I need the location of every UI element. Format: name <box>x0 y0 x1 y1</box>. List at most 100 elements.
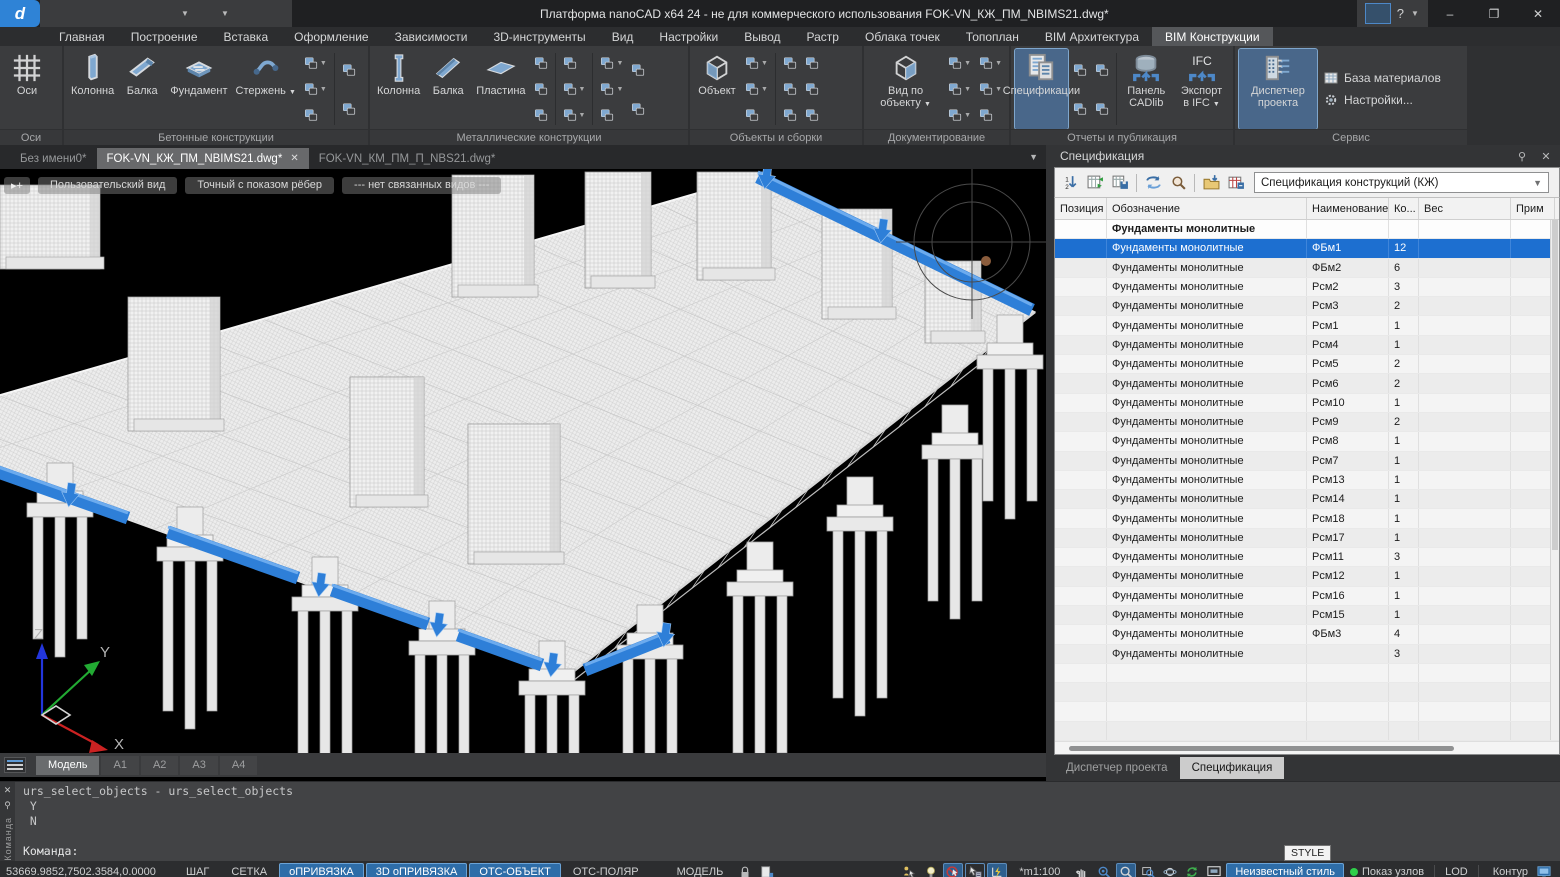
ribbon-tab-Облака точек[interactable]: Облака точек <box>852 27 953 46</box>
spec-column-header[interactable]: Наименование <box>1307 198 1389 219</box>
ribbon-tool-rebar-bend[interactable] <box>302 107 329 123</box>
table-row[interactable]: Фундаменты монолитныеРсм181 <box>1055 509 1559 528</box>
vertical-scrollbar-thumb[interactable] <box>1552 220 1558 550</box>
spec-column-header[interactable]: Вес <box>1419 198 1511 219</box>
snap-off-button[interactable] <box>943 863 963 877</box>
ribbon-button-Вид по объекту[interactable]: Вид по объекту ▼ <box>868 49 943 129</box>
ribbon-button-Стержень[interactable]: Стержень ▼ <box>233 49 299 129</box>
table-row[interactable] <box>1055 702 1559 721</box>
regen-button[interactable] <box>1182 863 1202 877</box>
tab-close-icon[interactable]: ✕ <box>290 153 298 164</box>
panel-close-icon[interactable]: ✕ <box>1538 150 1554 163</box>
table-row[interactable]: Фундаменты монолитныеРсм32 <box>1055 297 1559 316</box>
table-row[interactable]: Фундаменты монолитныеФБм26 <box>1055 259 1559 278</box>
table-row[interactable]: Фундаменты монолитныеРсм171 <box>1055 529 1559 548</box>
ribbon-tool-beam-element[interactable] <box>598 107 625 123</box>
ribbon-button-Колонна[interactable]: Колонна <box>68 49 117 129</box>
table-row[interactable]: Фундаменты монолитныеФБм112 <box>1055 239 1559 258</box>
ribbon-tab-Зависимости[interactable]: Зависимости <box>382 27 481 46</box>
zoom-realtime-button[interactable] <box>1094 863 1114 877</box>
ribbon-tab-Вставка[interactable]: Вставка <box>211 27 282 46</box>
spec-tool-sync-arrows[interactable] <box>1142 172 1164 194</box>
ribbon-tab-Топоплан[interactable]: Топоплан <box>953 27 1032 46</box>
ribbon-tool-table-export[interactable] <box>1071 62 1089 78</box>
spec-column-header[interactable]: Обозначение <box>1107 198 1307 219</box>
ribbon-tool-edit-doc[interactable]: ▼ <box>743 81 770 97</box>
table-row[interactable]: Фундаменты монолитные <box>1055 220 1559 239</box>
ribbon-tab-BIM Конструкции[interactable]: BIM Конструкции <box>1152 27 1273 46</box>
ribbon-tool-profile-h2[interactable] <box>629 101 647 117</box>
ribbon-tool-node-base[interactable]: ▼ <box>561 107 588 123</box>
ribbon-tool-frame-add[interactable] <box>803 81 821 97</box>
layout-list-icon[interactable] <box>4 757 26 773</box>
ribbon-tab-Построение[interactable]: Построение <box>118 27 211 46</box>
ribbon-tool-frame-view[interactable] <box>803 107 821 123</box>
status-toggle-СЕТКА[interactable]: СЕТКА <box>221 863 277 877</box>
spec-tool-save-table[interactable] <box>1109 172 1131 194</box>
ribbon-tool-table-copy[interactable] <box>1093 101 1111 117</box>
table-row[interactable]: Фундаменты монолитные3 <box>1055 645 1559 664</box>
document-tab[interactable]: Без имени0* <box>10 148 97 169</box>
annotation-scale[interactable]: *m1:100 <box>1019 866 1060 877</box>
full-screen-button[interactable] <box>1534 863 1554 877</box>
toolbox-button[interactable] <box>1365 3 1391 24</box>
ribbon-button-Оси[interactable]: Оси <box>4 49 50 129</box>
pan-button[interactable] <box>1072 863 1092 877</box>
document-tab[interactable]: FOK-VN_КЖ_ПМ_NBIMS21.dwg*✕ <box>97 148 309 169</box>
viewport-lock-button[interactable] <box>735 863 755 877</box>
viewport-overlay-button[interactable]: Точный с показом рёбер <box>185 177 334 194</box>
ribbon-button-Экспорт в IFC[interactable]: IFCЭкспорт в IFC ▼ <box>1174 49 1229 129</box>
ribbon-tool-reinforcement-mesh[interactable] <box>340 101 358 117</box>
new-file-button[interactable] <box>50 3 72 25</box>
contour-toggle[interactable]: Контур <box>1489 866 1528 877</box>
ribbon-button-Настройки...[interactable]: Настройки... <box>1323 92 1441 108</box>
ribbon-tool-table-import[interactable] <box>1071 101 1089 117</box>
spec-tool-sort-rows[interactable]: 12 <box>1059 172 1081 194</box>
ribbon-tool-column-splice[interactable]: ▼ <box>598 55 625 71</box>
ribbon-tab-BIM Архитектура[interactable]: BIM Архитектура <box>1032 27 1152 46</box>
table-row[interactable]: Фундаменты монолитныеРсм62 <box>1055 374 1559 393</box>
zoom-object-button[interactable] <box>1138 863 1158 877</box>
save-button[interactable] <box>102 3 124 25</box>
ribbon-tool-dim-linear[interactable]: ▼ <box>977 55 1004 71</box>
table-row[interactable]: Фундаменты монолитныеРсм121 <box>1055 567 1559 586</box>
ribbon-button-Фундамент[interactable]: Фундамент <box>167 49 230 129</box>
vertical-scrollbar[interactable] <box>1550 220 1559 740</box>
ribbon-button-База материалов[interactable]: База материалов <box>1323 70 1441 86</box>
pin-icon[interactable]: ⚲ <box>1514 150 1530 163</box>
table-row[interactable]: Фундаменты монолитныеРсм113 <box>1055 548 1559 567</box>
lod-button[interactable]: LOD <box>1445 866 1468 877</box>
minimize-button[interactable]: – <box>1428 0 1472 27</box>
horizontal-scrollbar[interactable] <box>1055 741 1559 754</box>
viewport[interactable]: ▸+Пользовательский видТочный с показом р… <box>0 169 1046 753</box>
tab-list-chevron-icon[interactable]: ▼ <box>1029 152 1038 162</box>
ribbon-button-Панель CADlib[interactable]: Панель CADlib <box>1120 49 1172 129</box>
table-row[interactable]: Фундаменты монолитныеРсм52 <box>1055 355 1559 374</box>
spec-tool-search-settings[interactable] <box>1167 172 1189 194</box>
print-button[interactable] <box>234 3 256 25</box>
ribbon-tool-rebar-hook[interactable]: ▼ <box>302 55 329 71</box>
table-row[interactable]: Фундаменты монолитныеРсм81 <box>1055 432 1559 451</box>
ribbon-button-Балка[interactable]: Балка <box>425 49 471 129</box>
undo-arrow-chevron-icon[interactable]: ▼ <box>180 9 190 18</box>
table-row[interactable]: Фундаменты монолитныеРсм41 <box>1055 336 1559 355</box>
ribbon-tool-weld-gusset[interactable] <box>532 81 550 97</box>
ribbon-tab-Главная[interactable]: Главная <box>46 27 118 46</box>
ribbon-tool-markup-edit[interactable] <box>977 107 1004 123</box>
ribbon-button-Пластина[interactable]: Пластина <box>473 49 528 129</box>
ribbon-tool-frame-top[interactable] <box>803 55 821 71</box>
ribbon-tool-section-flat[interactable]: ▼ <box>946 81 973 97</box>
ribbon-tool-rebar-u[interactable]: ▼ <box>302 81 329 97</box>
table-row[interactable]: Фундаменты монолитныеРсм11 <box>1055 316 1559 335</box>
ribbon-tab-Оформление[interactable]: Оформление <box>281 27 381 46</box>
table-row[interactable]: Фундаменты монолитныеРсм161 <box>1055 587 1559 606</box>
ribbon-tool-contour-plate[interactable] <box>340 62 358 78</box>
layout-tab-Модель[interactable]: Модель <box>36 756 99 775</box>
ribbon-tool-bolt-connection[interactable] <box>532 55 550 71</box>
panel-tab-Спецификация[interactable]: Спецификация <box>1180 757 1285 779</box>
table-row[interactable]: Фундаменты монолитныеРсм101 <box>1055 394 1559 413</box>
layout-tab-A3[interactable]: A3 <box>180 756 217 775</box>
3d-model-canvas[interactable]: ZYX <box>0 169 1046 753</box>
table-row[interactable] <box>1055 683 1559 702</box>
viewport-overlay-button[interactable]: Пользовательский вид <box>38 177 177 194</box>
